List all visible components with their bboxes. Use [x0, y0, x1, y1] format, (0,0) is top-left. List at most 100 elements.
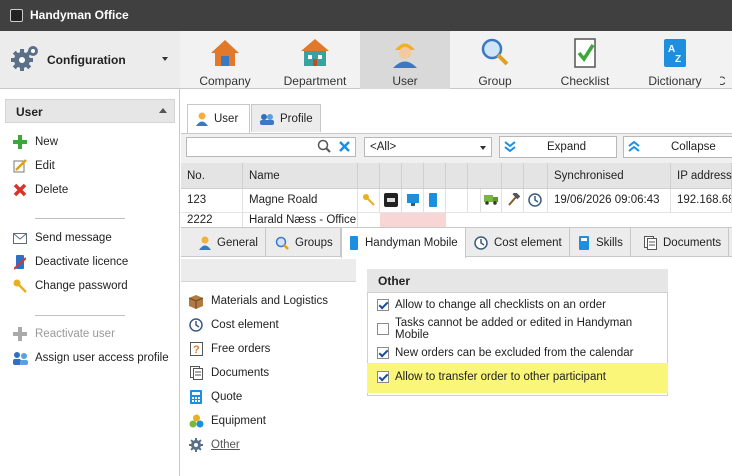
tab-user[interactable]: User: [187, 104, 250, 133]
configuration-label: Configuration: [47, 53, 126, 67]
expand-label: Expand: [547, 141, 587, 153]
ribbon-tab-company[interactable]: Company: [180, 31, 270, 89]
column-header-synchronised[interactable]: Synchronised: [548, 163, 671, 189]
clock-icon: [528, 193, 542, 210]
option-change-checklists[interactable]: Allow to change all checklists on an ord…: [377, 295, 667, 315]
section-title: User: [16, 105, 43, 119]
cell-synchronised: 19/06/2026 09:06:43: [554, 194, 660, 206]
column-header[interactable]: [402, 163, 424, 189]
checkbox[interactable]: [377, 371, 389, 383]
users-icon: [12, 350, 28, 366]
deactivate-licence-action[interactable]: Deactivate licence: [12, 252, 128, 272]
table-cell[interactable]: [524, 189, 548, 213]
collapse-button[interactable]: Collapse: [623, 136, 732, 158]
status-select[interactable]: <All>: [364, 137, 492, 157]
handyman-logo-icon: [384, 193, 398, 210]
ribbon-tab-user[interactable]: User: [360, 31, 450, 89]
table-cell[interactable]: Magne Roald: [243, 189, 358, 213]
tab-label: Groups: [295, 236, 333, 249]
tab-skills[interactable]: Skills: [571, 228, 631, 257]
svg-text:?: ?: [193, 344, 200, 356]
dictionary-icon: AZ: [659, 37, 691, 69]
ribbon-tab-dictionary[interactable]: AZ Dictionary: [630, 31, 720, 89]
table-cell[interactable]: [424, 189, 446, 213]
option-transfer-order[interactable]: Allow to transfer order to other partici…: [377, 367, 667, 387]
new-action[interactable]: New: [12, 132, 58, 152]
checkbox[interactable]: [377, 347, 389, 359]
column-header[interactable]: [446, 163, 468, 189]
column-header[interactable]: [424, 163, 446, 189]
equipment-icon: [188, 413, 204, 429]
configuration-dropdown[interactable]: Configuration: [0, 31, 180, 89]
divider: [35, 315, 125, 316]
option-exclude-calendar[interactable]: New orders can be excluded from the cale…: [377, 343, 667, 363]
table-cell[interactable]: [480, 189, 502, 213]
column-header-ip[interactable]: IP address: [671, 163, 732, 189]
worker-icon: [389, 37, 421, 69]
table-cell[interactable]: [446, 189, 468, 213]
change-password-label: Change password: [35, 280, 128, 292]
column-header[interactable]: [502, 163, 524, 189]
ribbon-tab-checklist[interactable]: Checklist: [540, 31, 630, 89]
ribbon-tab-partial[interactable]: C: [720, 31, 732, 89]
column-header[interactable]: [380, 163, 402, 189]
table-cell[interactable]: 19/06/2026 09:06:43: [548, 189, 671, 213]
category-equipment[interactable]: Equipment: [188, 411, 266, 431]
table-cell[interactable]: [380, 189, 402, 213]
tab-label: Handyman Mobile: [365, 237, 458, 249]
category-other[interactable]: Other: [188, 435, 240, 455]
table-cell[interactable]: [502, 189, 524, 213]
table-cell[interactable]: [358, 189, 380, 213]
expand-button[interactable]: Expand: [499, 136, 617, 158]
tab-handyman-mobile[interactable]: Handyman Mobile: [341, 228, 466, 258]
column-header[interactable]: [358, 163, 380, 189]
divider: [35, 218, 125, 219]
reactivate-user-label: Reactivate user: [35, 328, 115, 340]
send-message-action[interactable]: Send message: [12, 228, 112, 248]
reactivate-user-action[interactable]: Reactivate user: [12, 324, 115, 344]
table-cell[interactable]: 123: [181, 189, 243, 213]
option-tasks-locked[interactable]: Tasks cannot be added or edited in Handy…: [377, 317, 667, 341]
table-cell[interactable]: 192.168.68: [671, 189, 732, 213]
tab-label: Cost element: [494, 236, 562, 249]
column-header[interactable]: [524, 163, 548, 189]
category-quote[interactable]: Quote: [188, 387, 242, 407]
change-password-action[interactable]: Change password: [12, 276, 128, 296]
monitor-icon: [406, 194, 420, 210]
clear-icon[interactable]: [338, 140, 351, 156]
user-section-header[interactable]: User: [5, 99, 175, 123]
delete-label: Delete: [35, 184, 69, 196]
ribbon-tab-label: Checklist: [560, 74, 610, 88]
tab-profile[interactable]: Profile: [251, 104, 321, 132]
ribbon-tab-department[interactable]: Department: [270, 31, 360, 89]
question-icon: ?: [188, 341, 204, 357]
tab-documents[interactable]: Documents: [637, 228, 730, 257]
category-materials[interactable]: Materials and Logistics: [188, 291, 328, 311]
search-input[interactable]: [186, 137, 356, 157]
column-header-no[interactable]: No.: [181, 163, 243, 189]
edit-action[interactable]: Edit: [12, 156, 55, 176]
search-icon[interactable]: [317, 139, 332, 157]
category-filter[interactable]: [181, 259, 356, 282]
assign-profile-action[interactable]: Assign user access profile: [12, 348, 169, 368]
column-header-name[interactable]: Name: [243, 163, 358, 189]
tab-groups[interactable]: Groups: [268, 228, 341, 257]
checkbox[interactable]: [377, 299, 389, 311]
checkbox[interactable]: [377, 323, 389, 335]
cell-name: Magne Roald: [249, 194, 318, 206]
clock-icon: [474, 235, 488, 250]
tab-general[interactable]: General: [192, 228, 266, 257]
category-free-orders[interactable]: ? Free orders: [188, 339, 270, 359]
category-label: Other: [211, 439, 240, 451]
calculator-icon: [188, 389, 204, 405]
gear-icon: [10, 43, 40, 76]
tab-cost-element[interactable]: Cost element: [467, 228, 570, 257]
category-cost-element[interactable]: Cost element: [188, 315, 279, 335]
category-documents[interactable]: Documents: [188, 363, 269, 383]
delete-icon: [12, 182, 28, 198]
magnifier-icon: [479, 37, 511, 69]
delete-action[interactable]: Delete: [12, 180, 68, 200]
ribbon-tab-group[interactable]: Group: [450, 31, 540, 89]
column-header[interactable]: [480, 163, 502, 189]
table-cell[interactable]: [402, 189, 424, 213]
